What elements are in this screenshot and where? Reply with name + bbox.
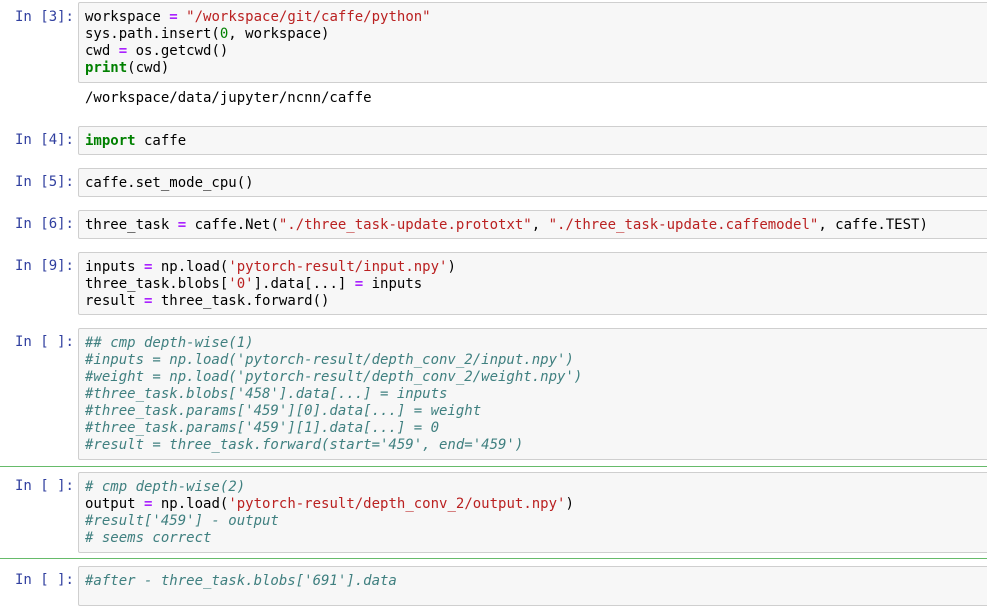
- code-token: ## cmp depth-wise(1): [85, 335, 254, 351]
- code-token: result: [85, 293, 145, 309]
- code-line: caffe.set_mode_cpu(): [85, 175, 987, 192]
- code-cell-input[interactable]: caffe.set_mode_cpu(): [78, 168, 987, 197]
- code-token: #after - three_task.blobs['691'].data: [85, 573, 397, 589]
- code-cell-input[interactable]: #after - three_task.blobs['691'].data: [78, 566, 987, 606]
- cell-prompt: In [3]:: [14, 9, 74, 25]
- code-token: ): [447, 259, 456, 275]
- code-token: workspace: [85, 9, 170, 25]
- code-line: print(cwd): [85, 60, 987, 77]
- code-token: os.getcwd(): [127, 43, 229, 59]
- code-line: sys.path.insert(0, workspace): [85, 26, 987, 43]
- code-line: output = np.load('pytorch-result/depth_c…: [85, 496, 987, 513]
- code-token: "./three_task-update.caffemodel": [548, 217, 819, 233]
- code-line: #three_task.params['459'][1].data[...] =…: [85, 420, 987, 437]
- code-token: caffe: [135, 133, 187, 149]
- code-token: ,: [531, 217, 549, 233]
- code-token: three_task: [85, 217, 178, 233]
- code-line: #three_task.params['459'][0].data[...] =…: [85, 403, 987, 420]
- code-token: caffe.Net(: [186, 217, 279, 233]
- cell-prompt: In [9]:: [14, 258, 74, 274]
- code-token: =: [354, 276, 364, 292]
- code-token: "./three_task-update.prototxt": [278, 217, 532, 233]
- code-token: =: [177, 217, 187, 233]
- code-token: #weight = np.load('pytorch-result/depth_…: [85, 369, 583, 385]
- code-token: #inputs = np.load('pytorch-result/depth_…: [85, 352, 574, 368]
- code-token: import: [85, 133, 136, 149]
- code-line: inputs = np.load('pytorch-result/input.n…: [85, 259, 987, 276]
- cell-prompt: In [5]:: [14, 174, 74, 190]
- code-token: # seems correct: [85, 530, 212, 546]
- code-line: #inputs = np.load('pytorch-result/depth_…: [85, 352, 987, 369]
- cell-prompt: In [4]:: [14, 132, 74, 148]
- code-cell-input[interactable]: # cmp depth-wise(2) output = np.load('pyt…: [78, 472, 987, 553]
- code-token: , workspace): [228, 26, 330, 42]
- cell-output: /workspace/data/jupyter/ncnn/caffe: [85, 90, 372, 106]
- code-token: #three_task.params['459'][1].data[...] =…: [85, 420, 440, 436]
- code-line: three_task.blobs['0'].data[...] = inputs: [85, 276, 987, 293]
- code-cell-input[interactable]: ## cmp depth-wise(1) #inputs = np.load('p…: [78, 328, 987, 460]
- code-token: inputs: [363, 276, 423, 292]
- code-line: import caffe: [85, 133, 987, 150]
- code-line: #result = three_task.forward(start='459'…: [85, 437, 987, 454]
- code-token: sys.path.insert(: [85, 26, 220, 42]
- code-line: #after - three_task.blobs['691'].data: [85, 573, 987, 590]
- cell-prompt: In [ ]:: [14, 334, 74, 350]
- code-token: cwd: [85, 43, 119, 59]
- code-line: ## cmp depth-wise(1): [85, 335, 987, 352]
- code-line: result = three_task.forward(): [85, 293, 987, 310]
- cell-separator: [0, 466, 987, 467]
- code-token: np.load(: [152, 496, 229, 512]
- cell-prompt: In [ ]:: [14, 478, 74, 494]
- cell-prompt: In [6]:: [14, 216, 74, 232]
- code-token: #result['459'] - output: [85, 513, 279, 529]
- code-token: output: [85, 496, 145, 512]
- code-token: '0': [228, 276, 254, 292]
- code-token: np.load(: [152, 259, 229, 275]
- code-cell-input[interactable]: three_task = caffe.Net("./three_task-upd…: [78, 210, 987, 239]
- code-line: #three_task.blobs['458'].data[...] = inp…: [85, 386, 987, 403]
- code-cell-input[interactable]: inputs = np.load('pytorch-result/input.n…: [78, 252, 987, 315]
- code-line: # cmp depth-wise(2): [85, 479, 987, 496]
- code-token: print: [85, 60, 128, 76]
- code-line: workspace = "/workspace/git/caffe/python…: [85, 9, 987, 26]
- code-token: three_task.forward(): [152, 293, 330, 309]
- code-token: 'pytorch-result/input.npy': [228, 259, 448, 275]
- code-cell-input[interactable]: import caffe: [78, 126, 987, 155]
- code-token: #three_task.params['459'][0].data[...] =…: [85, 403, 482, 419]
- code-line: #weight = np.load('pytorch-result/depth_…: [85, 369, 987, 386]
- code-token: #result = three_task.forward(start='459'…: [85, 437, 524, 453]
- code-token: , caffe.TEST): [818, 217, 928, 233]
- code-token: ].data[...]: [253, 276, 355, 292]
- code-token: caffe.set_mode_cpu(): [85, 175, 254, 191]
- code-line: cwd = os.getcwd(): [85, 43, 987, 60]
- code-line: # seems correct: [85, 530, 987, 547]
- code-token: #three_task.blobs['458'].data[...] = inp…: [85, 386, 448, 402]
- code-token: =: [118, 43, 128, 59]
- code-token: 'pytorch-result/depth_conv_2/output.npy': [228, 496, 566, 512]
- cell-prompt: In [ ]:: [14, 572, 74, 588]
- code-token: # cmp depth-wise(2): [85, 479, 246, 495]
- code-token: (cwd): [127, 60, 170, 76]
- code-cell-input[interactable]: workspace = "/workspace/git/caffe/python…: [78, 2, 987, 83]
- code-token: inputs: [85, 259, 145, 275]
- code-token: "/workspace/git/caffe/python": [186, 9, 431, 25]
- code-token: three_task.blobs[: [85, 276, 229, 292]
- cell-separator: [0, 558, 987, 559]
- code-line: three_task = caffe.Net("./three_task-upd…: [85, 217, 987, 234]
- code-line: #result['459'] - output: [85, 513, 987, 530]
- code-token: =: [169, 9, 178, 25]
- code-token: ): [565, 496, 574, 512]
